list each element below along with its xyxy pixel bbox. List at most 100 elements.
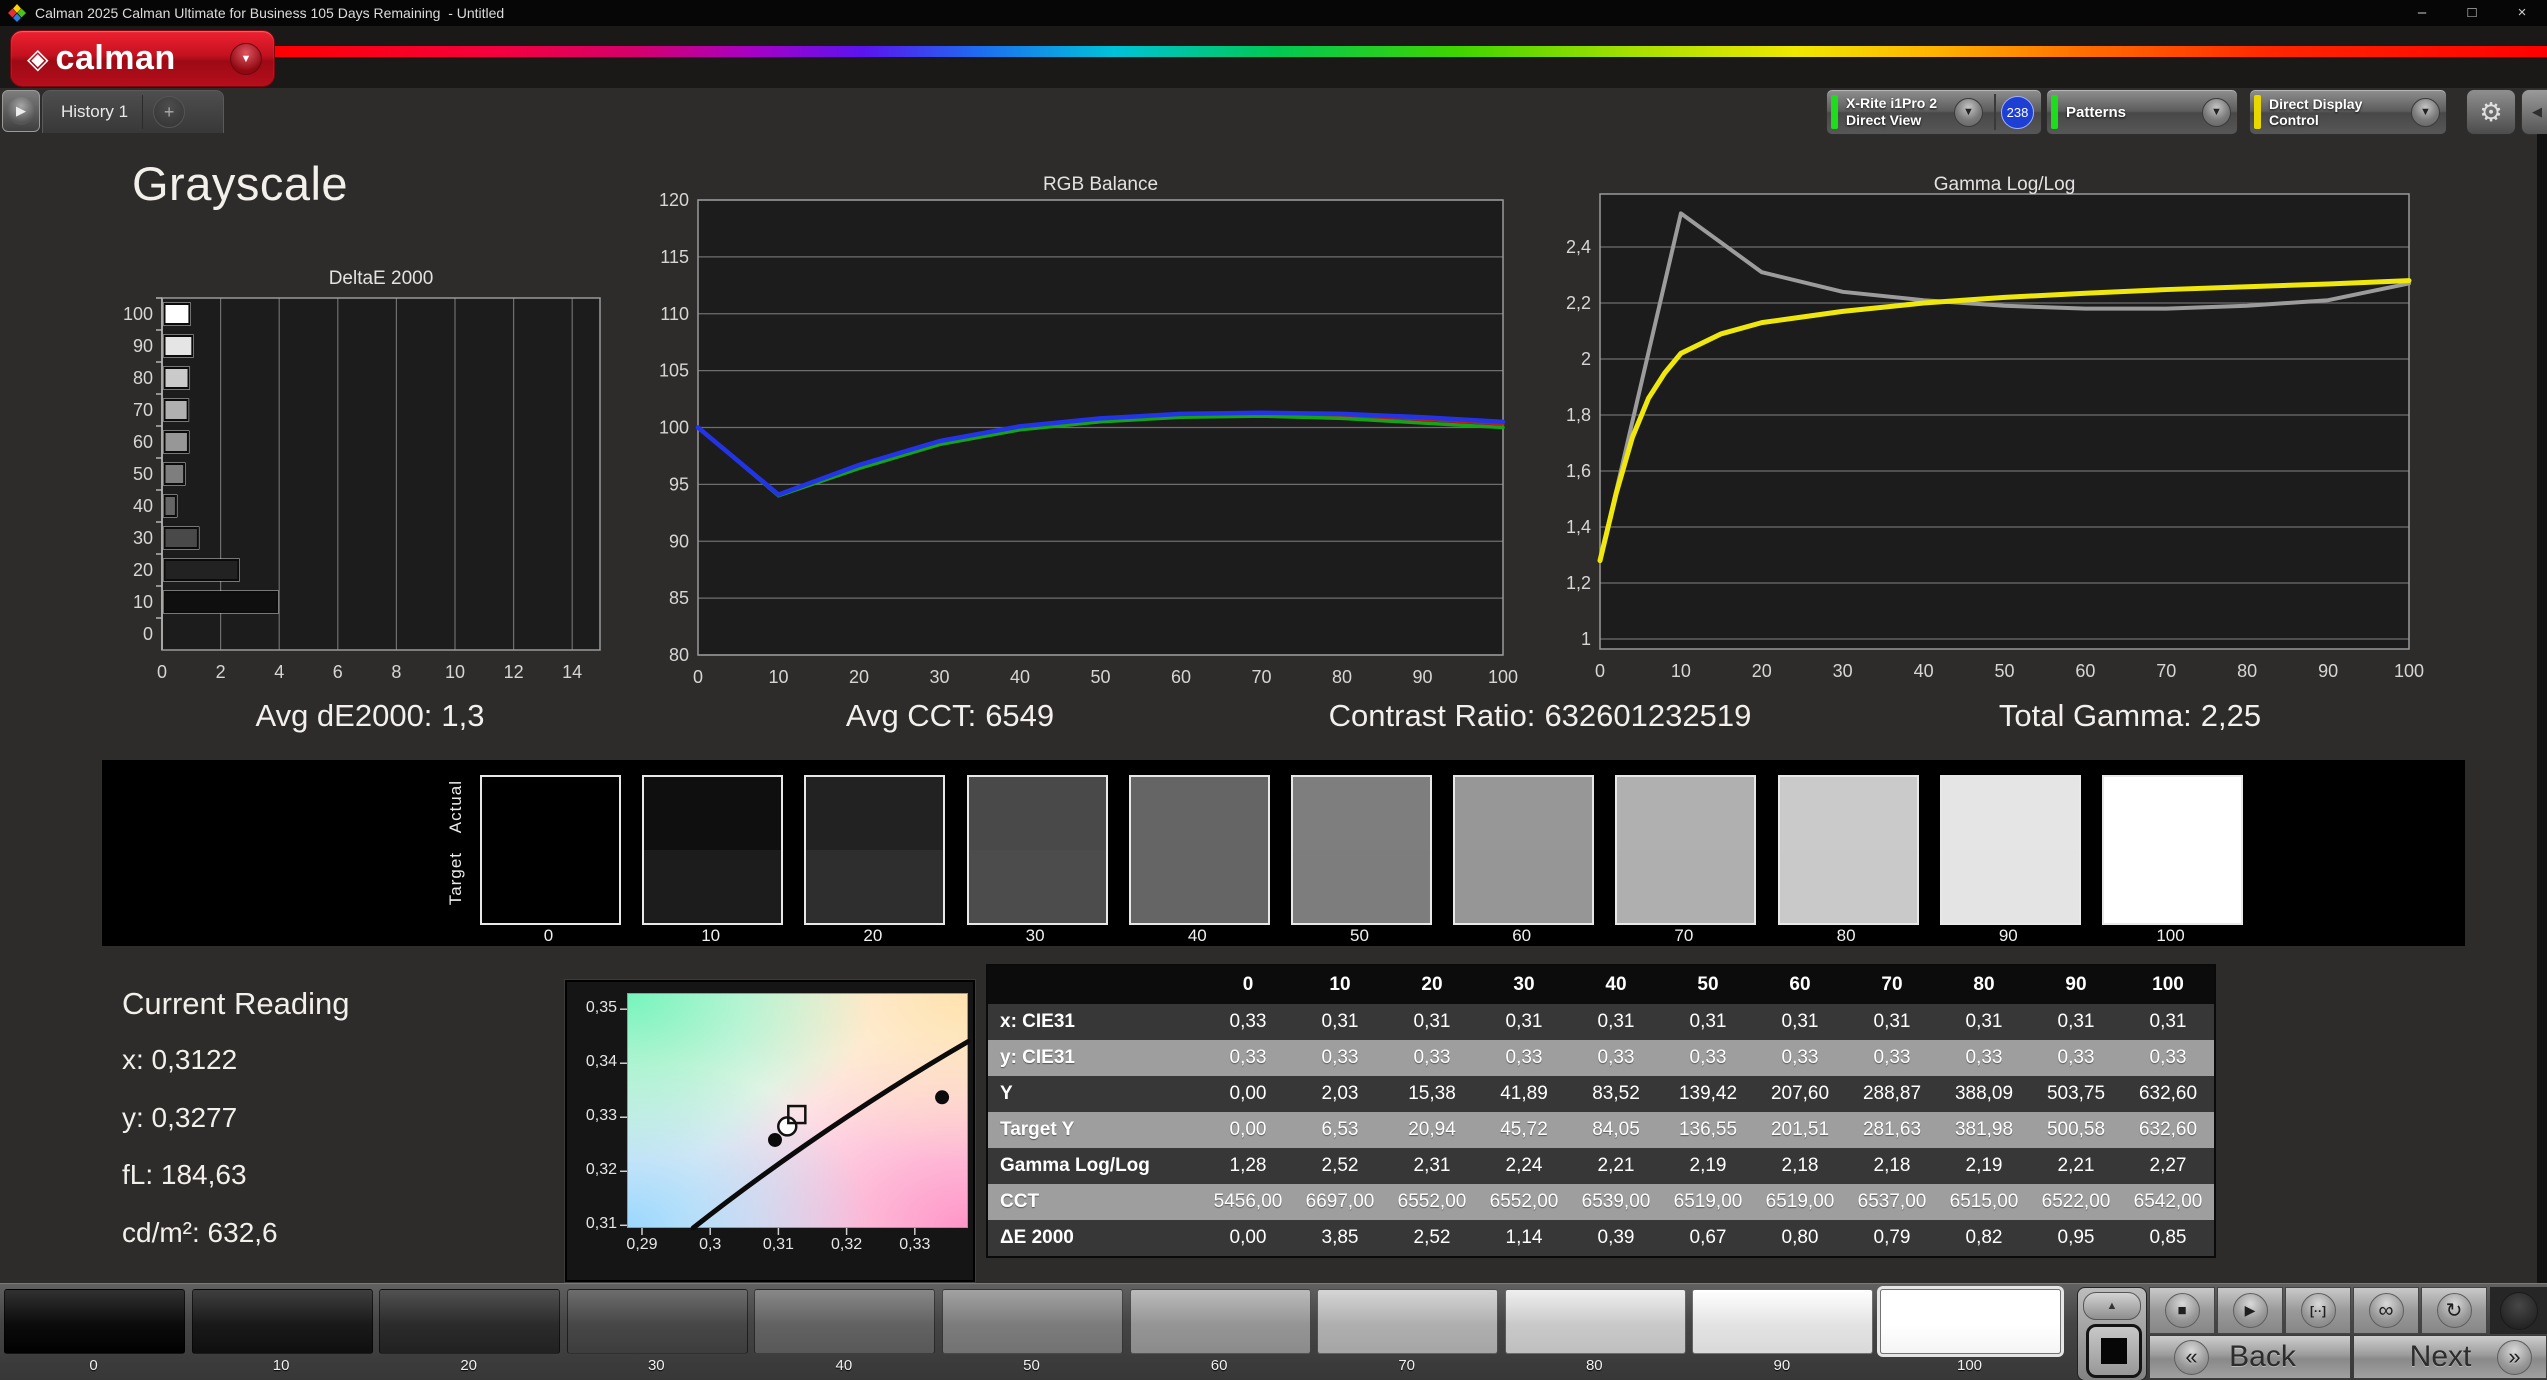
tab-history-1[interactable]: History 1 + xyxy=(42,90,224,133)
next-button[interactable]: Next » xyxy=(2353,1335,2547,1379)
disabled-circle-icon xyxy=(2499,1291,2538,1330)
chevron-down-icon[interactable]: ▼ xyxy=(2202,97,2231,127)
table-cell: 6522,00 xyxy=(2030,1184,2122,1220)
table-cell: 2,19 xyxy=(1662,1148,1754,1184)
table-cell: 6542,00 xyxy=(2122,1184,2214,1220)
settings-button[interactable]: ⚙ xyxy=(2466,89,2516,135)
svg-text:1,4: 1,4 xyxy=(1566,517,1591,537)
grayscale-swatch-20 xyxy=(804,775,946,925)
table-cell: 2,52 xyxy=(1386,1220,1478,1256)
table-cell: 6519,00 xyxy=(1662,1184,1754,1220)
pattern-level-button-40[interactable] xyxy=(754,1289,936,1354)
table-cell: 6552,00 xyxy=(1386,1184,1478,1220)
window-title: Calman 2025 Calman Ultimate for Business… xyxy=(35,5,505,21)
table-col-header: 80 xyxy=(1938,966,2030,1004)
pattern-level-button-100[interactable] xyxy=(1880,1289,2061,1354)
refresh-button[interactable]: ↻ xyxy=(2421,1287,2487,1334)
table-cell: 0,33 xyxy=(1202,1004,1294,1040)
meter-status-indicator xyxy=(1831,95,1838,129)
refresh-icon: ↻ xyxy=(2436,1293,2472,1328)
pattern-level-button-80[interactable] xyxy=(1504,1289,1686,1354)
svg-text:30: 30 xyxy=(929,667,949,687)
pattern-level-button-30[interactable] xyxy=(566,1289,748,1354)
frame-button[interactable]: [··] xyxy=(2285,1287,2351,1334)
current-reading-title: Current Reading xyxy=(122,986,350,1021)
pattern-window-button[interactable] xyxy=(2086,1324,2142,1378)
reading-x: x: 0,3122 xyxy=(122,1044,238,1075)
table-cell: 5456,00 xyxy=(1202,1184,1294,1220)
svg-text:14: 14 xyxy=(562,662,582,682)
table-cell: 0,33 xyxy=(1386,1040,1478,1076)
workflow-play-button[interactable]: ▶ xyxy=(2,90,40,132)
svg-text:10: 10 xyxy=(445,662,465,682)
strip-actual-label: Actual xyxy=(446,780,465,834)
swatch-level-label: 50 xyxy=(1350,926,1369,945)
calman-menu-button[interactable]: ◈ calman ▼ xyxy=(10,30,275,87)
title-bar: Calman 2025 Calman Ultimate for Business… xyxy=(0,0,2547,26)
chevron-down-icon[interactable]: ▼ xyxy=(1954,97,1983,127)
pattern-level-button-50[interactable] xyxy=(942,1289,1123,1354)
play-icon: ▶ xyxy=(2232,1293,2268,1328)
swatch-actual xyxy=(1779,777,1917,850)
gamma-chart: 2,4 2,2 2 1,8 1,6 1,4 1,2 1 0 10 20 30 40 50 60 70 80 90 1… xyxy=(1540,172,2547,688)
table-cell: 0,33 xyxy=(1478,1040,1570,1076)
table-cell: 207,60 xyxy=(1754,1076,1846,1112)
table-cell: 0,31 xyxy=(1754,1004,1846,1040)
table-cell: 0,33 xyxy=(1662,1040,1754,1076)
table-cell: 0,31 xyxy=(1846,1004,1938,1040)
cie-y-tick: 0,34 xyxy=(585,1053,617,1071)
chevron-up-icon: ▲ xyxy=(2106,1300,2118,1312)
svg-text:RGB Balance: RGB Balance xyxy=(1043,174,1158,195)
add-tab-button[interactable]: + xyxy=(153,96,186,128)
patterns-dropdown[interactable]: Patterns ▼ xyxy=(2046,89,2238,135)
svg-text:DeltaE 2000: DeltaE 2000 xyxy=(329,268,434,289)
table-cell: 0,95 xyxy=(2030,1220,2122,1256)
infinity-icon: ∞ xyxy=(2368,1293,2404,1328)
collapse-panel-button[interactable]: ◀ xyxy=(2521,89,2547,135)
svg-text:2: 2 xyxy=(1581,349,1591,369)
close-icon[interactable]: × xyxy=(2497,0,2547,26)
maximize-icon[interactable]: □ xyxy=(2447,0,2497,26)
pattern-level-label: 60 xyxy=(1210,1357,1228,1374)
pattern-level-button-10[interactable] xyxy=(191,1289,373,1354)
back-button[interactable]: « Back xyxy=(2149,1335,2351,1379)
grayscale-swatch-10 xyxy=(642,775,784,925)
pattern-level-button-90[interactable] xyxy=(1692,1289,1874,1354)
grayscale-swatch-40 xyxy=(1128,775,1270,925)
svg-text:40: 40 xyxy=(1914,661,1934,681)
reading-y: y: 0,3277 xyxy=(122,1101,238,1133)
svg-text:12: 12 xyxy=(504,662,524,682)
table-cell: 2,21 xyxy=(2030,1148,2122,1184)
swatch-level-label: 70 xyxy=(1674,926,1694,945)
table-cell: 0,33 xyxy=(2030,1040,2122,1076)
swatch-target xyxy=(1455,850,1593,923)
minimize-icon[interactable]: – xyxy=(2397,0,2447,26)
loop-button[interactable]: ∞ xyxy=(2353,1287,2419,1334)
brand-zone xyxy=(0,26,2547,88)
pattern-level-button-20[interactable] xyxy=(379,1289,561,1354)
chevron-down-icon[interactable]: ▼ xyxy=(2411,97,2440,127)
collapse-up-button[interactable]: ▲ xyxy=(2083,1292,2141,1320)
svg-text:0: 0 xyxy=(1595,661,1605,681)
pattern-level-label: 0 xyxy=(89,1357,98,1374)
svg-text:40: 40 xyxy=(133,496,153,516)
table-col-header: 20 xyxy=(1386,966,1478,1004)
play-button[interactable]: ▶ xyxy=(2217,1287,2283,1334)
table-cell: 632,60 xyxy=(2122,1112,2214,1148)
table-cell: 6552,00 xyxy=(1478,1184,1570,1220)
pattern-level-button-60[interactable] xyxy=(1129,1289,1311,1354)
calman-app-icon xyxy=(8,4,26,22)
pattern-level-label: 30 xyxy=(647,1357,665,1374)
pattern-level-button-0[interactable] xyxy=(4,1289,185,1354)
table-cell: 0,39 xyxy=(1570,1220,1662,1256)
chevron-left-icon: ◀ xyxy=(2532,104,2542,119)
swatch-actual xyxy=(1293,777,1430,850)
patterns-label: Patterns xyxy=(2066,103,2127,121)
display-control-dropdown[interactable]: Direct Display Control ▼ xyxy=(2249,89,2447,135)
pattern-level-button-70[interactable] xyxy=(1317,1289,1499,1354)
table-cell: 2,19 xyxy=(1938,1148,2030,1184)
grayscale-swatch-60 xyxy=(1453,775,1595,925)
meter-dropdown[interactable]: X-Rite i1Pro 2 Direct View ▼ 238 xyxy=(1826,89,2042,135)
stop-button[interactable]: ■ xyxy=(2149,1287,2215,1334)
table-cell: 6539,00 xyxy=(1570,1184,1662,1220)
